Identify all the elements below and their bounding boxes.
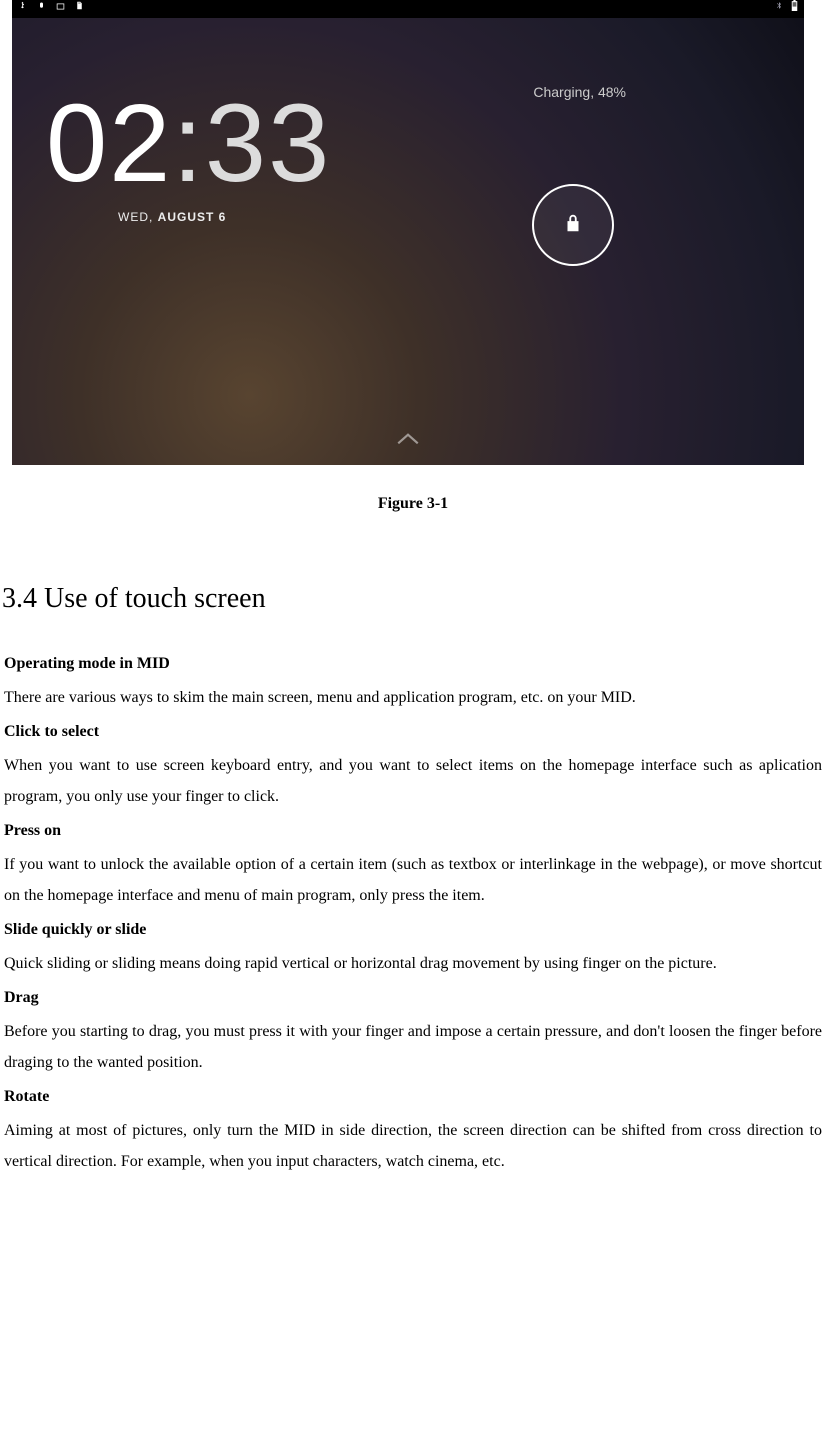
status-bar (12, 0, 804, 18)
date-weekday: WED, (118, 210, 158, 224)
lockscreen-date: WED, AUGUST 6 (118, 210, 226, 224)
charging-status: Charging, 48% (533, 84, 626, 100)
subhead-operating-mode: Operating mode in MID (4, 655, 822, 673)
subhead-drag: Drag (4, 989, 822, 1007)
content-body: Operating mode in MID There are various … (2, 655, 824, 1177)
unlock-button[interactable] (532, 184, 614, 266)
section-title: 3.4 Use of touch screen (2, 583, 824, 615)
sd-icon (75, 0, 84, 18)
clock-hours: 02 (46, 82, 172, 205)
figure-caption: Figure 3-1 (2, 495, 824, 513)
para-click: When you want to use screen keyboard ent… (4, 751, 822, 812)
para-drag: Before you starting to drag, you must pr… (4, 1017, 822, 1078)
clock-colon: : (172, 82, 205, 205)
para-press: If you want to unlock the available opti… (4, 850, 822, 911)
para-slide: Quick sliding or sliding means doing rap… (4, 949, 822, 979)
clock-minutes: 33 (205, 82, 331, 205)
subhead-rotate: Rotate (4, 1088, 822, 1106)
subhead-press: Press on (4, 822, 822, 840)
debug-icon (37, 0, 46, 18)
para-operating-mode: There are various ways to skim the main … (4, 683, 822, 713)
subhead-slide: Slide quickly or slide (4, 921, 822, 939)
usb-icon (18, 0, 27, 18)
chevron-up-icon[interactable] (395, 427, 421, 453)
date-monthday: AUGUST 6 (158, 210, 227, 224)
battery-icon (791, 0, 798, 18)
bluetooth-icon (775, 0, 783, 18)
lock-icon (562, 212, 584, 239)
lockscreen-screenshot: Charging, 48% 02:33 WED, AUGUST 6 (12, 0, 804, 465)
subhead-click: Click to select (4, 723, 822, 741)
para-rotate: Aiming at most of pictures, only turn th… (4, 1116, 822, 1177)
square-icon (56, 0, 65, 18)
lockscreen-clock: 02:33 (46, 80, 331, 207)
